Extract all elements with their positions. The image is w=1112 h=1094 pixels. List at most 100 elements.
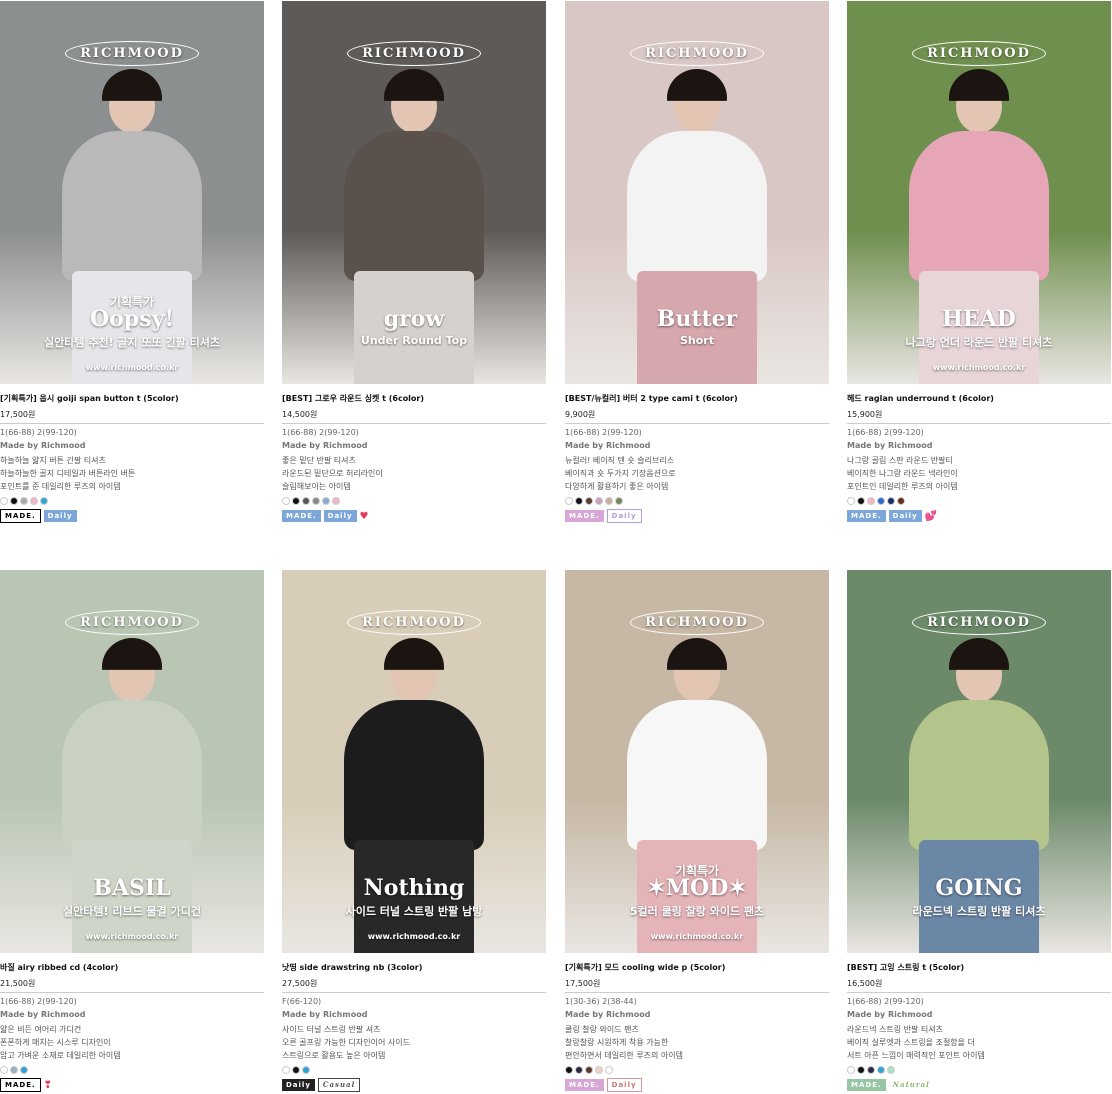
product-image[interactable]: RICHMOOD Butter Short: [565, 1, 829, 384]
made-by: Made by Richmood: [565, 441, 651, 450]
product-price: 16,500원: [847, 979, 883, 988]
color-swatch[interactable]: [887, 497, 895, 505]
badge: MADE.: [847, 1079, 886, 1091]
product-card[interactable]: RICHMOOD 기획특가 ✶MOD✶ 5컬러 쿨링 찰랑 와이드 팬츠 www…: [565, 570, 829, 1092]
badge: MADE.: [565, 510, 604, 522]
badge: MADE.: [0, 509, 41, 523]
badge: Casual: [317, 1078, 361, 1092]
product-title[interactable]: [기획특가] 웁시 goiji span button t (5color): [0, 393, 264, 407]
color-swatch[interactable]: [605, 1066, 613, 1074]
made-by: Made by Richmood: [282, 441, 368, 450]
color-swatch[interactable]: [282, 497, 290, 505]
image-headline: grow: [383, 306, 445, 332]
color-swatch[interactable]: [857, 497, 865, 505]
product-title[interactable]: 낫띵 side drawstring nb (3color): [282, 962, 546, 976]
image-subtitle: Short: [680, 334, 714, 347]
product-price: 17,500원: [0, 410, 36, 419]
color-swatches: [847, 497, 1111, 505]
divider: [847, 992, 1111, 993]
made-by: Made by Richmood: [282, 1010, 368, 1019]
product-size: 1(66-88) 2(99-120): [0, 428, 77, 437]
color-swatch[interactable]: [565, 497, 573, 505]
color-swatch[interactable]: [867, 497, 875, 505]
color-swatch[interactable]: [282, 1066, 290, 1074]
product-title[interactable]: [BEST/뉴컬러] 버터 2 type cami t (6color): [565, 393, 829, 407]
color-swatch[interactable]: [595, 1066, 603, 1074]
badge-row: MADE. Daily: [565, 509, 829, 523]
badge-row: MADE. Daily ♥: [282, 510, 546, 522]
color-swatch[interactable]: [847, 1066, 855, 1074]
badge: Daily: [606, 509, 642, 523]
color-swatch[interactable]: [615, 497, 623, 505]
color-swatch[interactable]: [857, 1066, 865, 1074]
color-swatch[interactable]: [595, 497, 603, 505]
product-card[interactable]: RICHMOOD BASIL 실안타템! 리브드 물결 가디건 www.rich…: [0, 570, 264, 1092]
color-swatch[interactable]: [0, 497, 8, 505]
product-info: [기획특가] 모드 cooling wide p (5color) 17,500…: [565, 953, 829, 1092]
image-subtitle: 나그랑 언더 라운드 반팔 티셔츠: [905, 336, 1053, 349]
color-swatch[interactable]: [302, 1066, 310, 1074]
color-swatch[interactable]: [312, 497, 320, 505]
color-swatch[interactable]: [20, 497, 28, 505]
color-swatch[interactable]: [302, 497, 310, 505]
product-title[interactable]: [기획특가] 모드 cooling wide p (5color): [565, 962, 829, 976]
color-swatch[interactable]: [332, 497, 340, 505]
badge: Natural: [888, 1079, 934, 1091]
site-url: www.richmood.co.kr: [367, 932, 461, 941]
product-card[interactable]: RICHMOOD Butter Short [BEST/뉴컬러] 버터 2 ty…: [565, 1, 829, 523]
product-title[interactable]: [BEST] 고잉 스트링 t (5color): [847, 962, 1111, 976]
desc-line: 얇은 비든 여어리 가디건: [0, 1025, 82, 1034]
color-swatch[interactable]: [585, 1066, 593, 1074]
product-image[interactable]: RICHMOOD 기획특가 ✶MOD✶ 5컬러 쿨링 찰랑 와이드 팬츠 www…: [565, 570, 829, 953]
product-image[interactable]: RICHMOOD grow Under Round Top: [282, 1, 546, 384]
product-info: [BEST] 고잉 스트링 t (5color) 16,500원 1(66-88…: [847, 953, 1111, 1091]
color-swatch[interactable]: [10, 1066, 18, 1074]
product-image[interactable]: RICHMOOD Nothing 사이드 터널 스트링 반팔 남방 www.ri…: [282, 570, 546, 953]
color-swatch[interactable]: [0, 1066, 8, 1074]
color-swatch[interactable]: [867, 1066, 875, 1074]
product-image[interactable]: RICHMOOD GOING 라운드넥 스트링 반팔 티셔츠: [847, 570, 1111, 953]
made-by: Made by Richmood: [565, 1010, 651, 1019]
color-swatch[interactable]: [887, 1066, 895, 1074]
product-title[interactable]: [BEST] 그로우 라운드 싱켓 t (6color): [282, 393, 546, 407]
color-swatch[interactable]: [292, 1066, 300, 1074]
desc-line: 라운드넥 스트링 반팔 티셔츠: [847, 1025, 943, 1034]
color-swatch[interactable]: [322, 497, 330, 505]
product-card[interactable]: RICHMOOD 기획특가 Oopsy! 실안타템 추천! 골지 또또 긴팔 티…: [0, 1, 264, 523]
product-description: 사이드 터널 스트링 반팔 셔츠 오른 골프링 가능한 디자인이어 사이드 스트…: [282, 1023, 546, 1062]
color-swatch[interactable]: [565, 1066, 573, 1074]
color-swatch[interactable]: [847, 497, 855, 505]
color-swatch[interactable]: [20, 1066, 28, 1074]
color-swatch[interactable]: [575, 1066, 583, 1074]
color-swatch[interactable]: [897, 497, 905, 505]
product-image[interactable]: RICHMOOD HEAD 나그랑 언더 라운드 반팔 티셔츠 www.rich…: [847, 1, 1111, 384]
brand-logo: RICHMOOD: [0, 610, 264, 635]
product-card[interactable]: RICHMOOD HEAD 나그랑 언더 라운드 반팔 티셔츠 www.rich…: [847, 1, 1111, 522]
product-image[interactable]: RICHMOOD BASIL 실안타템! 리브드 물결 가디건 www.rich…: [0, 570, 264, 953]
product-card[interactable]: RICHMOOD GOING 라운드넥 스트링 반팔 티셔츠 [BEST] 고잉…: [847, 570, 1111, 1091]
product-title[interactable]: 바질 airy ribbed cd (4color): [0, 962, 264, 976]
made-by: Made by Richmood: [0, 1010, 86, 1019]
color-swatch[interactable]: [585, 497, 593, 505]
color-swatch[interactable]: [605, 497, 613, 505]
color-swatch[interactable]: [575, 497, 583, 505]
color-swatch[interactable]: [10, 497, 18, 505]
heart-icon: ❣: [43, 1079, 53, 1091]
desc-line: 베이직한 나그랑 라운드 넥라인이: [847, 469, 958, 478]
divider: [0, 992, 264, 993]
color-swatch[interactable]: [30, 497, 38, 505]
divider: [0, 423, 264, 424]
product-title[interactable]: 헤드 raglan underround t (6color): [847, 393, 1111, 407]
badge: MADE.: [0, 1078, 41, 1092]
color-swatch[interactable]: [877, 1066, 885, 1074]
product-image[interactable]: RICHMOOD 기획특가 Oopsy! 실안타템 추천! 골지 또또 긴팔 티…: [0, 1, 264, 384]
product-card[interactable]: RICHMOOD grow Under Round Top [BEST] 그로우…: [282, 1, 546, 522]
color-swatch[interactable]: [292, 497, 300, 505]
image-headline: BASIL: [93, 875, 171, 901]
color-swatch[interactable]: [877, 497, 885, 505]
product-card[interactable]: RICHMOOD Nothing 사이드 터널 스트링 반팔 남방 www.ri…: [282, 570, 546, 1092]
color-swatches: [0, 497, 264, 505]
product-description: 하늘하늘 얇지 버튼 긴팔 티셔츠 하늘하늘한 골지 디테일과 버튼라인 버튼 …: [0, 454, 264, 493]
color-swatch[interactable]: [40, 497, 48, 505]
image-subtitle: 사이드 터널 스트링 반팔 남방: [345, 905, 483, 918]
